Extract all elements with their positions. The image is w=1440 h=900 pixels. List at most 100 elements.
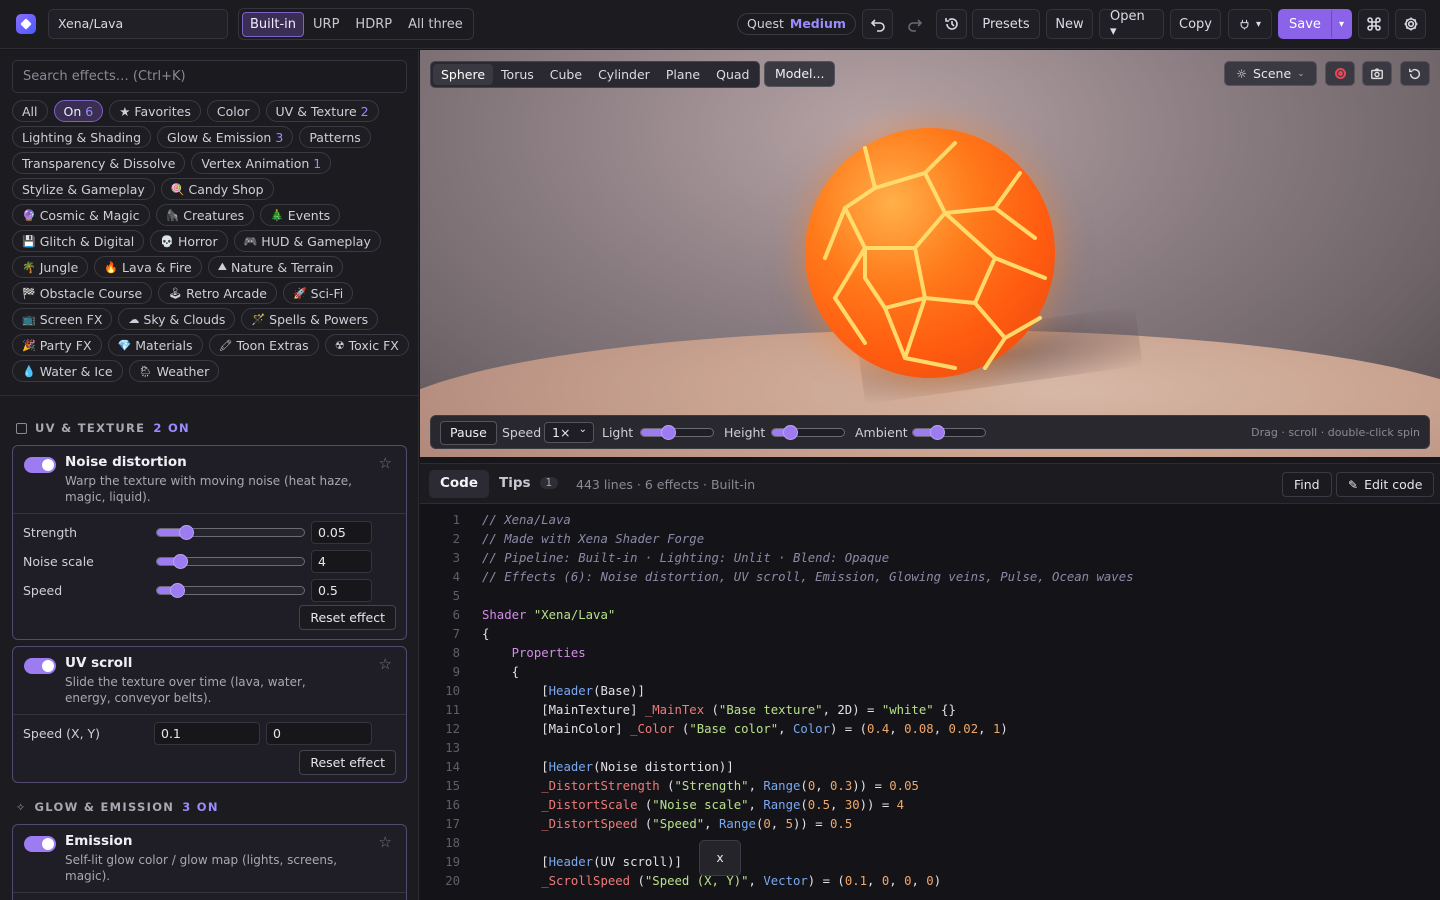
category-chip[interactable]: 🎮 HUD & Gameplay <box>233 230 381 252</box>
close-popup-button[interactable]: x <box>699 840 741 876</box>
category-chip[interactable]: ☢ Toxic FX <box>324 334 409 356</box>
scene-dropdown[interactable]: ☼ Scene ⌄ <box>1224 61 1317 86</box>
settings-button[interactable] <box>1395 9 1426 39</box>
light-slider[interactable] <box>640 425 714 440</box>
copy-button[interactable]: Copy <box>1170 9 1221 39</box>
save-dropdown[interactable]: ▾ <box>1330 10 1351 38</box>
param-value-input[interactable]: 4 <box>311 550 372 573</box>
effect-card-noise-distortion: Noise distortion Warp the texture with m… <box>12 445 407 640</box>
presets-button[interactable]: Presets <box>972 9 1040 39</box>
quest-performance-badge[interactable]: Quest Medium <box>737 13 856 35</box>
category-chip[interactable]: 🍭 Candy Shop <box>160 178 274 200</box>
uvscroll-x-input[interactable]: 0.1 <box>154 722 260 745</box>
shape-cylinder[interactable]: Cylinder <box>590 64 658 85</box>
speed-select[interactable]: 1× ⌄ <box>544 422 594 443</box>
category-chip[interactable]: 🎄 Events <box>260 204 341 226</box>
pipeline-urp[interactable]: URP <box>306 13 346 36</box>
category-chip[interactable]: 💎 Materials <box>107 334 203 356</box>
param-slider[interactable] <box>156 554 305 569</box>
category-chip[interactable]: 🔮 Cosmic & Magic <box>12 204 150 226</box>
uvscroll-y-input[interactable]: 0 <box>266 722 372 745</box>
redo-button[interactable] <box>899 9 930 39</box>
category-chip[interactable]: UV & Texture 2 <box>265 100 379 122</box>
noise-reset-button[interactable]: Reset effect <box>299 605 396 630</box>
tab-tips[interactable]: Tips 1 <box>499 475 559 491</box>
pause-button[interactable]: Pause <box>440 421 497 445</box>
record-button[interactable] <box>1325 61 1355 86</box>
shape-torus[interactable]: Torus <box>493 64 542 85</box>
uvscroll-toggle[interactable] <box>24 658 56 674</box>
category-chip-label: Screen FX <box>39 311 103 327</box>
ambient-slider[interactable] <box>912 425 986 440</box>
category-chip[interactable]: Color <box>206 100 260 122</box>
new-button[interactable]: New <box>1046 9 1093 39</box>
noise-toggle[interactable] <box>24 457 56 473</box>
category-chip[interactable]: Vertex Animation 1 <box>191 152 332 174</box>
effects-search-input[interactable]: Search effects… (Ctrl+K) <box>12 60 407 93</box>
shape-sphere[interactable]: Sphere <box>433 64 494 85</box>
category-chip[interactable]: 📺 Screen FX <box>12 308 113 330</box>
code-editor[interactable]: 1 // Xena/Lava 2 // Made with Xena Shader F… <box>420 513 1440 893</box>
category-chip[interactable]: On 6 <box>53 100 104 122</box>
category-chip[interactable]: 🖍 Toon Extras <box>208 334 319 356</box>
category-chip[interactable]: 🕹 Retro Arcade <box>158 282 277 304</box>
pipeline-hdrp[interactable]: HDRP <box>348 13 399 36</box>
reset-view-button[interactable] <box>1400 61 1430 86</box>
favorite-star-icon[interactable]: ☆ <box>379 833 392 851</box>
category-chip[interactable]: 🎉 Party FX <box>12 334 102 356</box>
shader-name-input[interactable]: Xena/Lava <box>48 9 228 39</box>
history-button[interactable] <box>936 9 967 39</box>
plugin-button[interactable]: ▾ <box>1228 9 1272 39</box>
category-chip[interactable]: All <box>12 100 48 122</box>
category-chip[interactable]: Stylize & Gameplay <box>12 178 155 200</box>
edit-code-button[interactable]: ✎ Edit code <box>1336 472 1435 497</box>
uvscroll-reset-button[interactable]: Reset effect <box>299 750 396 775</box>
pipeline-builtin[interactable]: Built-in <box>242 11 305 37</box>
category-chip[interactable]: Transparency & Dissolve <box>12 152 186 174</box>
category-chip[interactable]: ☁ Sky & Clouds <box>118 308 236 330</box>
shape-plane[interactable]: Plane <box>658 64 708 85</box>
chevron-down-icon: ⌄ <box>578 424 587 435</box>
category-chip[interactable]: 🦍 Creatures <box>155 204 255 226</box>
category-chip[interactable]: Lighting & Shading <box>12 126 152 148</box>
screenshot-button[interactable] <box>1362 61 1392 86</box>
height-slider[interactable] <box>771 425 845 440</box>
model-button[interactable]: Model... <box>764 61 836 87</box>
undo-button[interactable] <box>862 9 893 39</box>
save-button[interactable]: Save ▾ <box>1278 9 1352 39</box>
category-chip[interactable]: 🏁 Obstacle Course <box>12 282 153 304</box>
category-chip[interactable]: 🌦 Weather <box>128 360 220 382</box>
shape-quad[interactable]: Quad <box>708 64 757 85</box>
open-button[interactable]: Open ▾ <box>1099 9 1164 39</box>
pipeline-all[interactable]: All three <box>401 13 470 36</box>
favorite-star-icon[interactable]: ☆ <box>379 454 392 472</box>
category-chip[interactable]: Patterns <box>299 126 371 148</box>
category-emoji-icon: 🕹 <box>168 286 183 300</box>
emission-toggle[interactable] <box>24 836 56 852</box>
category-chip[interactable]: 💾 Glitch & Digital <box>12 230 145 252</box>
section-uv-texture[interactable]: UV & TEXTURE 2 ON <box>16 421 190 435</box>
code-text: { <box>482 627 490 641</box>
category-chip[interactable]: 🪄 Spells & Powers <box>241 308 379 330</box>
find-button[interactable]: Find <box>1282 472 1332 497</box>
param-slider[interactable] <box>156 583 305 598</box>
param-slider[interactable] <box>156 525 305 540</box>
tab-code[interactable]: Code <box>429 470 490 498</box>
category-chip[interactable]: 🔥 Lava & Fire <box>94 256 202 278</box>
command-palette-button[interactable] <box>1358 9 1389 39</box>
category-chip[interactable]: ⛰ Nature & Terrain <box>207 256 344 278</box>
favorite-star-icon[interactable]: ☆ <box>379 655 392 673</box>
category-chip[interactable]: ★ Favorites <box>109 100 201 122</box>
section-glow-emission[interactable]: ✧ GLOW & EMISSION 3 ON <box>16 800 219 814</box>
param-value-input[interactable]: 0.5 <box>311 579 372 602</box>
shape-cube[interactable]: Cube <box>542 64 590 85</box>
category-chip[interactable]: 💧 Water & Ice <box>12 360 123 382</box>
code-line: 16 _DistortScale ("Noise scale", Range(0… <box>420 798 1440 817</box>
category-chip[interactable]: Glow & Emission 3 <box>157 126 294 148</box>
param-value-input[interactable]: 0.05 <box>311 521 372 544</box>
category-chip[interactable]: 🌴 Jungle <box>12 256 89 278</box>
category-chip[interactable]: 🚀 Sci-Fi <box>282 282 354 304</box>
preview-sphere[interactable] <box>805 128 1055 378</box>
category-chip[interactable]: 💀 Horror <box>150 230 228 252</box>
